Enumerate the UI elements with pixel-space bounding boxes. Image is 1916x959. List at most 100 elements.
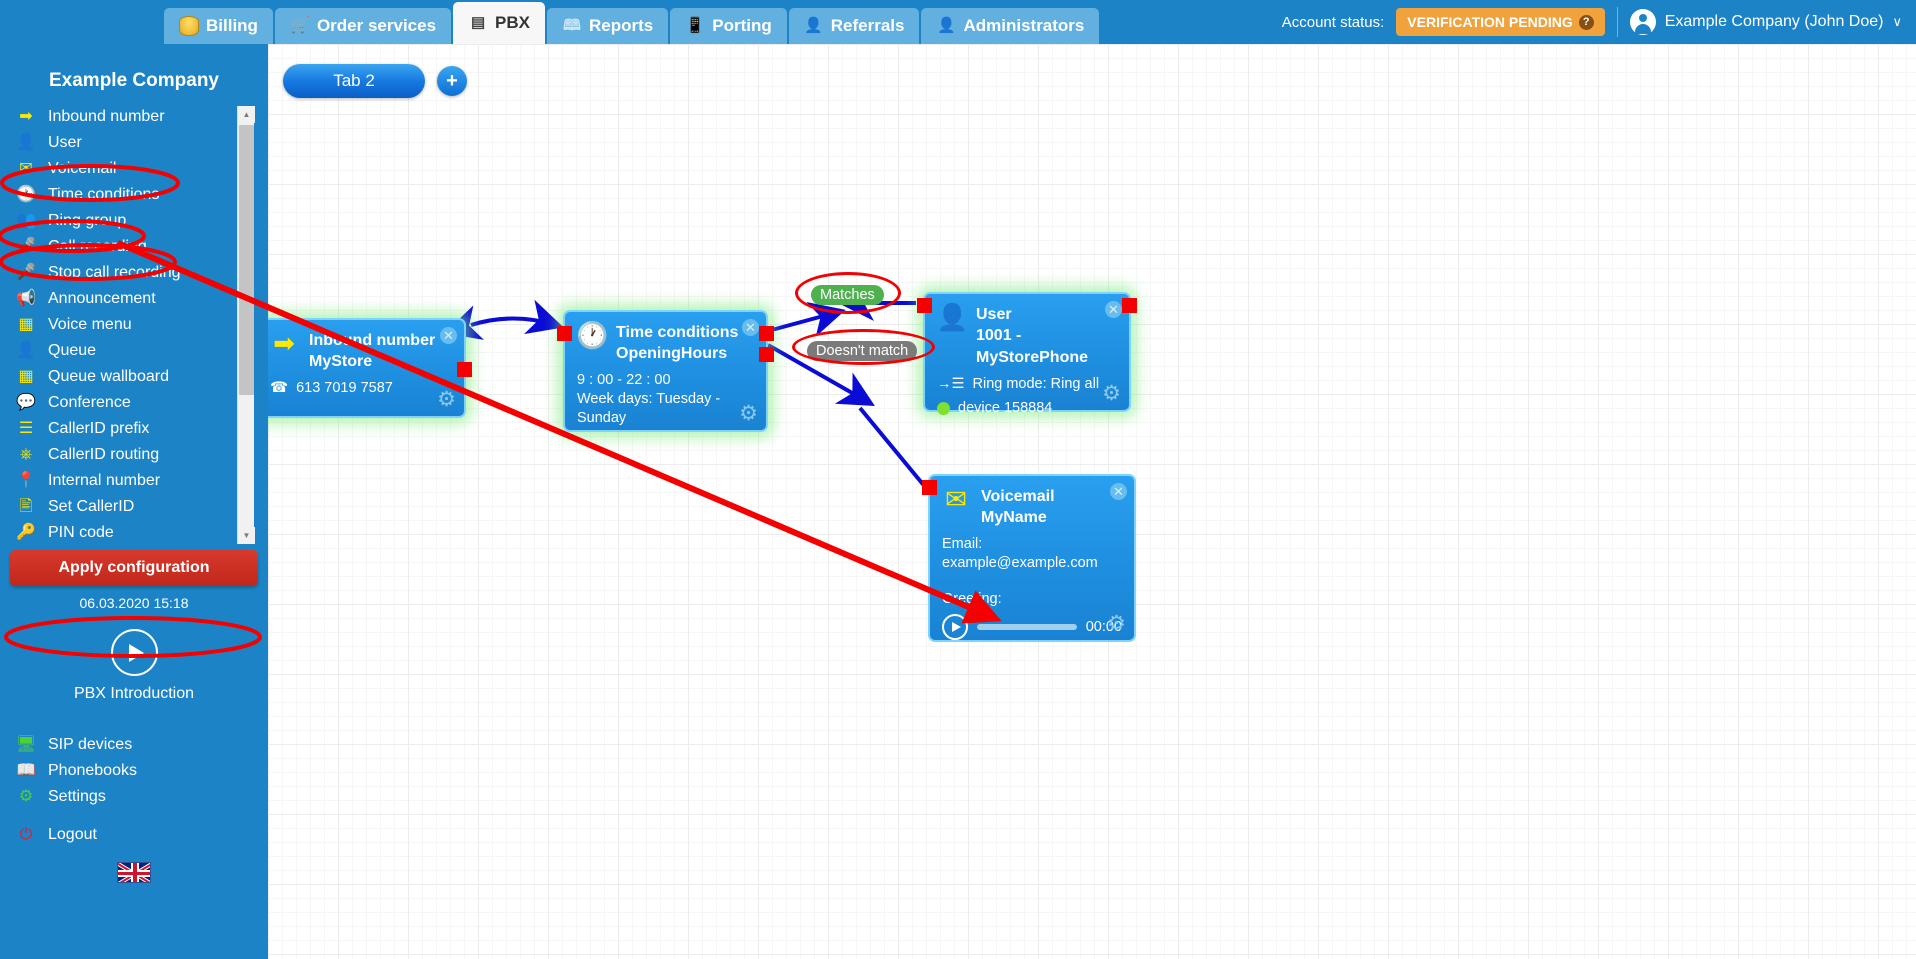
status-badge[interactable]: VERIFICATION PENDING ?: [1396, 8, 1605, 36]
canvas-tab-label: Tab 2: [333, 71, 375, 90]
sidebar-item-user[interactable]: 👤 User: [0, 130, 240, 156]
play-icon[interactable]: [942, 614, 968, 640]
map-pin-icon: 📍: [16, 472, 36, 489]
node-port-out[interactable]: [457, 362, 472, 377]
pbx-introduction-block: PBX Introduction: [0, 629, 268, 703]
arrow-right-icon: ➡: [19, 108, 33, 125]
sidebar-item-settings[interactable]: ⚙ Settings: [0, 784, 268, 810]
sidebar-item-label: Announcement: [48, 290, 156, 307]
sidebar-item-logout[interactable]: ⏻ Logout: [0, 822, 268, 848]
node-port-in[interactable]: [557, 326, 572, 341]
pbx-flow-canvas[interactable]: Tab 2 + ✕ ➡ Inbound number MyStore ☎ 613…: [268, 44, 1916, 959]
person-icon: 👤: [16, 134, 36, 151]
canvas-tab-bar: Tab 2 +: [283, 64, 467, 98]
sidebar-item-queue-wallboard[interactable]: ▦ Queue wallboard: [0, 364, 240, 390]
sidebar-item-label: Queue wallboard: [48, 368, 169, 385]
uk-flag-icon[interactable]: [117, 862, 151, 883]
hierarchy-icon: ⎈: [19, 446, 33, 463]
grid-squares-icon: ▦: [18, 316, 34, 333]
nav-tab-pbx[interactable]: ▤ PBX: [453, 2, 546, 44]
sidebar-item-announcement[interactable]: 📢 Announcement: [0, 286, 240, 312]
node-inbound-number[interactable]: ✕ ➡ Inbound number MyStore ☎ 613 7019 75…: [268, 318, 472, 418]
close-icon[interactable]: ✕: [742, 319, 759, 336]
nav-tab-administrators[interactable]: 👤 Administrators: [921, 8, 1100, 44]
sidebar-item-ring-group[interactable]: 👥 Ring group: [0, 208, 240, 234]
node-port-in[interactable]: [922, 480, 937, 495]
phone-icon: ☎: [270, 380, 289, 396]
status-badge-label: VERIFICATION PENDING: [1407, 14, 1573, 30]
node-voicemail[interactable]: ✕ ✉ Voicemail MyName Email: example@exam…: [922, 474, 1136, 642]
sidebar-item-set-callerid[interactable]: 🖹 Set CallerID: [0, 494, 240, 520]
node-port-in[interactable]: [917, 298, 932, 313]
coins-icon: [179, 16, 199, 36]
sidebar-item-call-recording[interactable]: 🎤 Call recording: [0, 234, 240, 260]
sidebar-item-label: Call recording: [48, 238, 147, 255]
monitor-icon: 🖥: [15, 736, 37, 753]
sidebar-item-label: Voicemail: [48, 160, 117, 177]
gear-icon[interactable]: ⚙: [1107, 613, 1126, 634]
nav-tab-order-services[interactable]: 🛒 Order services: [274, 8, 452, 44]
close-icon[interactable]: ✕: [1110, 483, 1127, 500]
scrollbar-thumb[interactable]: [239, 125, 254, 395]
scroll-down-icon[interactable]: ▼: [238, 527, 255, 544]
edge-label-doesnt-match: Doesn't match: [807, 341, 918, 361]
node-body: Email: example@example.com Greeting: 00:…: [930, 529, 1134, 640]
sidebar-item-callerid-prefix[interactable]: ☰ CallerID prefix: [0, 416, 240, 442]
node-ring-mode: Ring mode: Ring all: [972, 376, 1100, 392]
node-device: device 158884: [958, 400, 1053, 416]
sidebar-item-label: Internal number: [48, 472, 161, 489]
node-port-out[interactable]: [1122, 298, 1137, 313]
play-icon[interactable]: [110, 629, 158, 676]
sidebar-item-pin-code[interactable]: 🔑 PIN code: [0, 520, 240, 546]
scroll-up-icon[interactable]: ▲: [238, 106, 255, 123]
nav-tab-porting[interactable]: 📱 Porting: [670, 8, 787, 44]
nav-tab-billing[interactable]: Billing: [164, 8, 273, 44]
node-user[interactable]: ✕ 👤 User 1001 - MyStorePhone →☰ Ring mod…: [917, 292, 1137, 416]
gear-icon[interactable]: ⚙: [1102, 383, 1121, 404]
nav-tab-label: Order services: [316, 16, 437, 35]
apply-configuration-label: Apply configuration: [58, 559, 210, 576]
sidebar-item-callerid-routing[interactable]: ⎈ CallerID routing: [0, 442, 240, 468]
sidebar-scrollbar[interactable]: ▲ ▼: [237, 106, 255, 544]
add-tab-button[interactable]: +: [437, 66, 467, 96]
sidebar-item-phonebooks[interactable]: 📖 Phonebooks: [0, 758, 268, 784]
apply-configuration-button[interactable]: Apply configuration: [10, 550, 258, 586]
sidebar-item-sip-devices[interactable]: 🖥 SIP devices: [0, 732, 268, 758]
canvas-tab-2[interactable]: Tab 2: [283, 64, 425, 98]
close-icon[interactable]: ✕: [440, 327, 457, 344]
node-header: 🕐 Time conditions OpeningHours: [565, 312, 766, 365]
nav-tab-reports[interactable]: 🕮 Reports: [547, 8, 669, 44]
node-port-out-matches[interactable]: [759, 326, 774, 341]
node-phone-number: 613 7019 7587: [296, 380, 393, 396]
node-time-conditions[interactable]: ✕ 🕐 Time conditions OpeningHours 9 : 00 …: [557, 310, 774, 432]
help-icon[interactable]: ?: [1578, 14, 1594, 30]
node-name-label: MyStore: [309, 353, 373, 370]
node-port-out-nomatch[interactable]: [759, 347, 774, 362]
ring-mode-icon: →☰: [937, 376, 965, 392]
sidebar-item-internal-number[interactable]: 📍 Internal number: [0, 468, 240, 494]
sidebar-item-voicemail[interactable]: ✉ Voicemail: [0, 156, 240, 182]
person-tie-icon: 👤: [937, 17, 956, 34]
node-header: 👤 User 1001 - MyStorePhone: [925, 294, 1129, 369]
gear-icon: ⚙: [18, 788, 34, 805]
sidebar-item-inbound-number[interactable]: ➡ Inbound number: [0, 104, 240, 130]
sidebar-item-stop-call-recording[interactable]: 🎤 Stop call recording: [0, 260, 240, 286]
gear-icon[interactable]: ⚙: [437, 389, 456, 410]
node-email: example@example.com: [942, 555, 1098, 571]
nav-tab-referrals[interactable]: 👤 Referrals: [788, 8, 920, 44]
sidebar-item-label: User: [48, 134, 82, 151]
config-timestamp: 06.03.2020 15:18: [79, 595, 189, 611]
sidebar-item-label: Time conditions: [48, 186, 160, 203]
microphone-icon: 🎤: [16, 238, 36, 255]
sidebar-menu-list: ➡ Inbound number 👤 User ✉ Voicemail 🕐 Ti…: [0, 104, 240, 546]
node-body: →☰ Ring mode: Ring all device 158884: [925, 369, 1129, 418]
user-menu[interactable]: Example Company (John Doe) ∨: [1629, 9, 1902, 35]
sidebar-item-time-conditions[interactable]: 🕐 Time conditions: [0, 182, 240, 208]
gear-icon[interactable]: ⚙: [739, 403, 758, 424]
node-name-label: OpeningHours: [616, 345, 728, 362]
progress-slider[interactable]: [977, 624, 1077, 630]
sidebar-item-queue[interactable]: 👤 Queue: [0, 338, 240, 364]
close-icon[interactable]: ✕: [1105, 301, 1122, 318]
sidebar-item-conference[interactable]: 💬 Conference: [0, 390, 240, 416]
sidebar-item-voice-menu[interactable]: ▦ Voice menu: [0, 312, 240, 338]
